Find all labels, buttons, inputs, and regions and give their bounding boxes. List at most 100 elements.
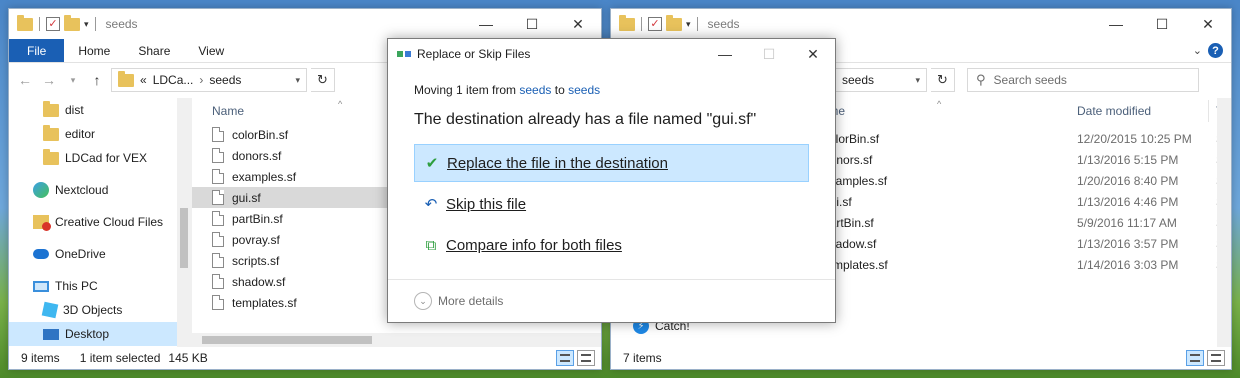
nav-item-editor[interactable]: editor [9, 122, 191, 146]
status-bar: 7 items [611, 347, 1231, 369]
file-name: donors.sf [232, 148, 282, 163]
maximize-button[interactable]: ☐ [509, 9, 555, 39]
tab-share[interactable]: Share [124, 39, 184, 62]
nav-item-3d-objects[interactable]: 3D Objects [9, 298, 191, 322]
nextcloud-icon [33, 182, 49, 198]
nav-item-desktop[interactable]: Desktop [9, 322, 191, 346]
file-transfer-icon [397, 49, 411, 59]
scrollbar-thumb[interactable] [180, 208, 188, 268]
replace-or-skip-dialog[interactable]: Replace or Skip Files — ☐ ✕ Moving 1 ite… [387, 38, 836, 323]
compare-files-option[interactable]: ⧉ Compare info for both files [414, 226, 809, 264]
address-segment[interactable]: seeds [842, 73, 874, 87]
file-name: scripts.sf [232, 253, 280, 268]
file-icon [212, 295, 224, 310]
source-folder-link[interactable]: seeds [519, 83, 551, 97]
new-folder-icon[interactable] [64, 14, 80, 31]
file-name: examples.sf [232, 169, 297, 184]
properties-icon[interactable]: ✓ [46, 17, 60, 31]
nav-item-onedrive[interactable]: OneDrive [9, 242, 191, 266]
new-folder-icon[interactable] [666, 14, 682, 31]
close-button[interactable]: ✕ [1185, 9, 1231, 39]
address-history-icon[interactable]: ▾ [915, 75, 920, 86]
vertical-scrollbar[interactable] [1217, 98, 1231, 347]
nav-item-this-pc[interactable]: This PC [9, 274, 191, 298]
nav-item-creative-cloud[interactable]: Creative Cloud Files [9, 210, 191, 234]
skip-arrow-icon: ↶ [424, 196, 438, 213]
back-arrow-icon[interactable]: ← [15, 72, 35, 88]
window-title: seeds [707, 17, 740, 31]
nav-item-ldcad-for-vex[interactable]: LDCad for VEX [9, 146, 191, 170]
address-segment[interactable]: seeds [209, 73, 241, 87]
minimize-button[interactable]: — [463, 9, 509, 39]
close-button[interactable]: ✕ [555, 9, 601, 39]
horizontal-scrollbar[interactable] [192, 333, 601, 347]
file-icon [212, 148, 224, 163]
expand-ribbon-icon[interactable]: ⌄ [1193, 44, 1202, 57]
folder-icon [17, 14, 33, 31]
address-segment[interactable]: LDCa... [153, 73, 194, 87]
folder-icon [43, 148, 59, 165]
onedrive-icon [33, 249, 49, 259]
maximize-button[interactable]: ☐ [1139, 9, 1185, 39]
title-bar[interactable]: ✓ ▾ seeds — ☐ ✕ [9, 9, 601, 39]
selection-size: 145 KB [168, 351, 208, 365]
properties-icon[interactable]: ✓ [648, 17, 662, 31]
file-date: 5/9/2016 11:17 AM [1077, 215, 1177, 230]
column-divider[interactable] [1208, 100, 1209, 122]
tab-file[interactable]: File [9, 39, 65, 62]
file-icon [212, 190, 224, 205]
forward-arrow-icon[interactable]: → [39, 72, 59, 88]
nav-pane-scrollbar[interactable] [177, 98, 191, 347]
file-date: 1/20/2016 8:40 PM [1077, 173, 1179, 188]
file-date: 1/14/2016 3:03 PM [1077, 257, 1179, 272]
details-view-icon[interactable] [1186, 350, 1204, 366]
file-date: 1/13/2016 3:57 PM [1077, 236, 1179, 251]
search-placeholder[interactable]: Search seeds [994, 73, 1067, 87]
help-icon[interactable]: ? [1208, 43, 1223, 58]
scrollbar-thumb[interactable] [202, 336, 372, 344]
search-icon: ⚲ [976, 72, 986, 87]
details-view-icon[interactable] [556, 350, 574, 366]
column-header-name[interactable]: Name [192, 104, 244, 118]
minimize-button[interactable]: — [1093, 9, 1139, 39]
replace-file-option[interactable]: ✔ Replace the file in the destination [414, 144, 809, 182]
more-details-toggle[interactable]: ⌄ More details [388, 279, 835, 322]
desktop-icon [43, 328, 59, 340]
tab-view[interactable]: View [184, 39, 238, 62]
minimize-button[interactable]: — [703, 39, 747, 69]
file-name: gui.sf [232, 190, 261, 205]
address-overflow[interactable]: « [140, 73, 147, 87]
customize-toolbar-icon[interactable]: ▾ [84, 19, 89, 30]
breadcrumb-separator-icon[interactable]: › [199, 73, 203, 87]
up-arrow-icon[interactable]: ↑ [87, 72, 107, 88]
address-history-icon[interactable]: ▾ [295, 75, 300, 86]
large-icons-view-icon[interactable] [1207, 350, 1225, 366]
tab-home[interactable]: Home [64, 39, 124, 62]
nav-item-dist[interactable]: dist [9, 98, 191, 122]
refresh-icon[interactable]: ↻ [931, 68, 955, 92]
quick-access-toolbar: ✓ ▾ [611, 14, 700, 31]
refresh-icon[interactable]: ↻ [311, 68, 335, 92]
file-name: povray.sf [232, 232, 280, 247]
status-bar: 9 items 1 item selected 145 KB [9, 347, 601, 369]
customize-toolbar-icon[interactable]: ▾ [686, 19, 691, 30]
search-box[interactable]: ⚲ Search seeds [967, 68, 1199, 92]
skip-file-option[interactable]: ↶ Skip this file [414, 185, 809, 223]
selection-count: 1 item selected [79, 351, 161, 365]
destination-folder-link[interactable]: seeds [568, 83, 600, 97]
recent-locations-icon[interactable]: ▾ [63, 75, 83, 86]
file-name: templates.sf [232, 295, 297, 310]
folder-icon [118, 70, 134, 87]
expand-chevron-icon: ⌄ [414, 292, 432, 310]
nav-item-nextcloud[interactable]: Nextcloud [9, 178, 191, 202]
file-icon [212, 127, 224, 142]
large-icons-view-icon[interactable] [577, 350, 595, 366]
title-bar[interactable]: ✓ ▾ seeds — ☐ ✕ [611, 9, 1231, 39]
column-header-date[interactable]: Date modified [1077, 104, 1151, 118]
close-button[interactable]: ✕ [791, 39, 835, 69]
item-count: 9 items [21, 351, 60, 365]
folder-icon [43, 100, 59, 117]
address-bar[interactable]: « LDCa... › seeds ▾ [111, 68, 307, 92]
compare-icon: ⧉ [425, 236, 437, 254]
dialog-title-bar[interactable]: Replace or Skip Files — ☐ ✕ [388, 39, 835, 69]
